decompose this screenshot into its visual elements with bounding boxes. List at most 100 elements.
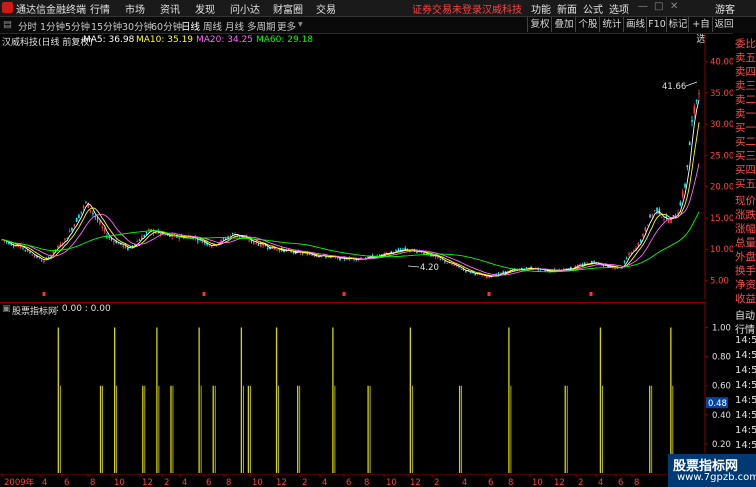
candle-body <box>3 240 6 242</box>
menu-item-discover[interactable]: 发现 <box>195 1 215 16</box>
toolbar-watchlist-button[interactable]: +自选 <box>688 17 713 45</box>
quote-stat-label-0: 现价 <box>735 195 756 207</box>
candle-body <box>474 273 477 275</box>
period-tab-monthly[interactable]: 月线 <box>225 19 244 33</box>
candle-body <box>423 252 425 254</box>
quote-stat-label-2: 涨幅 <box>735 223 756 235</box>
panel-toggle-icon[interactable]: ▤ <box>3 19 12 30</box>
menu-item-options[interactable]: 选项 <box>609 1 629 16</box>
candle-body <box>308 254 311 255</box>
candle-body <box>64 238 66 240</box>
candle-body <box>110 238 113 240</box>
time-value-1: 14:50 <box>735 350 756 361</box>
candle-body <box>155 232 157 234</box>
menu-item-quotes[interactable]: 行情 <box>90 1 110 16</box>
period-tab-daily[interactable]: 日线 <box>181 19 200 33</box>
candle-body <box>667 220 670 223</box>
candle-body <box>208 245 211 247</box>
event-marker <box>202 292 206 296</box>
date-tick-label: 6 <box>488 478 493 487</box>
quote-stat-label-4: 外盘 <box>735 251 756 263</box>
toolbar-adjust-button[interactable]: 复权 <box>527 17 552 32</box>
candle-body <box>264 245 267 247</box>
restore-icon[interactable]: □ <box>654 1 663 12</box>
toolbar-draw-button[interactable]: 画线 <box>623 17 647 32</box>
menu-item-wealth[interactable]: 财富圈 <box>273 1 303 16</box>
toolbar-back-button[interactable]: 返回 <box>712 17 735 32</box>
high-price-annotation: 41.66 <box>662 82 686 92</box>
toolbar-stats-button[interactable]: 统计 <box>599 17 624 32</box>
price-tick-label: 40.00 <box>710 58 733 68</box>
candle-body <box>465 270 467 272</box>
candle-body <box>96 219 99 221</box>
candle-body <box>395 250 397 252</box>
menu-item-news[interactable]: 资讯 <box>160 1 180 16</box>
user-guest[interactable]: 游客 <box>715 1 735 16</box>
candle-body <box>80 211 83 213</box>
time-value-4: 14:50 <box>735 395 756 406</box>
date-tick-label: 10 <box>252 478 263 487</box>
quote-label-9: 买四 <box>735 164 756 176</box>
date-tick-label: 12 <box>276 478 287 487</box>
period-tab-multi[interactable]: 多周期 <box>247 19 276 33</box>
login-notice[interactable]: 证券交易未登录 <box>412 1 482 16</box>
period-tab-weekly[interactable]: 周线 <box>203 19 222 33</box>
candle-body <box>481 275 484 277</box>
toolbar-f10-button[interactable]: F10 <box>646 17 667 32</box>
menu-item-function[interactable]: 功能 <box>531 1 551 16</box>
candle-body <box>301 252 304 254</box>
minimize-icon[interactable]: — <box>638 1 648 12</box>
time-value-0: 14:50 <box>735 335 756 346</box>
candle-body <box>327 256 330 258</box>
toolbar-overlay-button[interactable]: 叠加 <box>551 17 576 32</box>
menu-item-ask[interactable]: 问小达 <box>230 1 260 16</box>
time-value-7: 14:50 <box>735 440 756 451</box>
candle-body <box>71 228 73 231</box>
candle-body <box>437 256 439 259</box>
candle-body <box>276 249 278 251</box>
candle-body <box>57 245 59 248</box>
quote-stat-label-7: 收益 <box>735 293 756 305</box>
candle-body <box>639 239 642 242</box>
menu-item-new-page[interactable]: 新面 <box>557 1 577 16</box>
candle-body <box>460 269 463 271</box>
dropdown-icon[interactable]: ▾ <box>298 19 303 30</box>
period-tab-60min[interactable]: 60分钟 <box>151 19 182 33</box>
candle-body <box>586 262 588 264</box>
menu-item-market[interactable]: 市场 <box>125 1 145 16</box>
candle-body <box>164 234 166 236</box>
price-tick-label: 15.00 <box>710 214 733 224</box>
candle-body <box>444 261 446 263</box>
date-tick-label: 4 <box>42 478 47 487</box>
date-tick-label: 8 <box>364 478 369 487</box>
indicator-chart: 0.20 0.40 0.60 0.80 1.00 0.48 <box>57 303 731 475</box>
candle-body <box>623 261 626 263</box>
period-tab-more[interactable]: 更多 <box>277 19 296 33</box>
period-tab-1min[interactable]: 1分钟 <box>40 19 65 33</box>
toolbar-stock-button[interactable]: 个股 <box>575 17 600 32</box>
date-tick-label: 10 <box>532 478 543 487</box>
menu-item-formula[interactable]: 公式 <box>583 1 603 16</box>
candle-body <box>24 249 27 251</box>
period-tab-15min[interactable]: 15分钟 <box>91 19 122 33</box>
event-marker <box>487 292 491 296</box>
candle-body <box>695 100 698 101</box>
app-logo-icon <box>2 2 13 13</box>
price-chart-pane[interactable]: 汉威科技(日线 前复权) MA5: 36.98 MA10: 35.19 MA20… <box>0 33 733 299</box>
menu-item-trade[interactable]: 交易 <box>316 1 336 16</box>
candle-body <box>688 142 691 146</box>
period-tab-intraday[interactable]: 分时 <box>18 19 37 33</box>
candle-body <box>681 191 684 197</box>
period-tab-5min[interactable]: 5分钟 <box>65 19 90 33</box>
candle-body <box>500 272 502 274</box>
period-toolbar: ▤ 分时 1分钟 5分钟 15分钟 30分钟 60分钟 日线 周线 月线 多周期… <box>0 17 756 45</box>
period-tab-30min[interactable]: 30分钟 <box>122 19 153 33</box>
indicator-pane[interactable]: ▣ 股票指标网 : 0.00 : 0.00 0.20 0.40 0.60 0.80 1.… <box>0 302 731 475</box>
close-icon[interactable]: ✕ <box>670 1 678 12</box>
candle-body <box>29 251 31 253</box>
quote-label-10: 买五 <box>735 178 756 190</box>
date-tick-label: 10 <box>114 478 125 487</box>
toolbar-mark-button[interactable]: 标记 <box>666 17 689 32</box>
candle-body <box>113 240 115 243</box>
candle-body <box>451 264 453 266</box>
